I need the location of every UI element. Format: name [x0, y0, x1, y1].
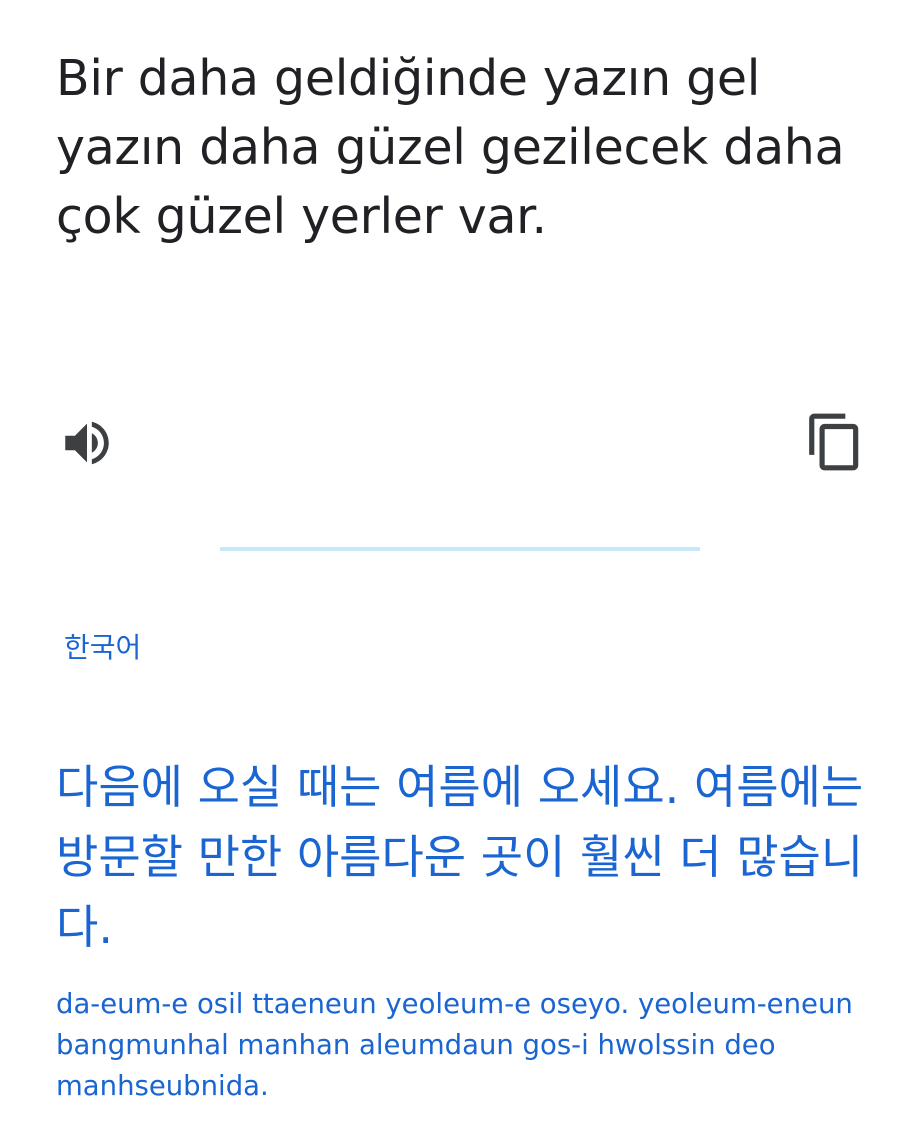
speaker-volume-icon — [65, 421, 109, 465]
translation-text: 다음에 오실 때는 여름에 오세요. 여름에는 방문할 만한 아름다운 곳이 훨… — [56, 760, 864, 954]
section-divider — [220, 547, 700, 551]
target-language-label[interactable]: 한국어 — [64, 628, 141, 668]
source-text: Bir daha geldiğinde yazın gel yazın daha… — [56, 50, 845, 245]
listen-button[interactable] — [52, 410, 122, 476]
romanization-text: da-eum-e osil ttaeneun yeoleum-e oseyo. … — [56, 988, 853, 1102]
copy-button[interactable] — [800, 406, 870, 478]
copy-icon — [809, 413, 859, 471]
